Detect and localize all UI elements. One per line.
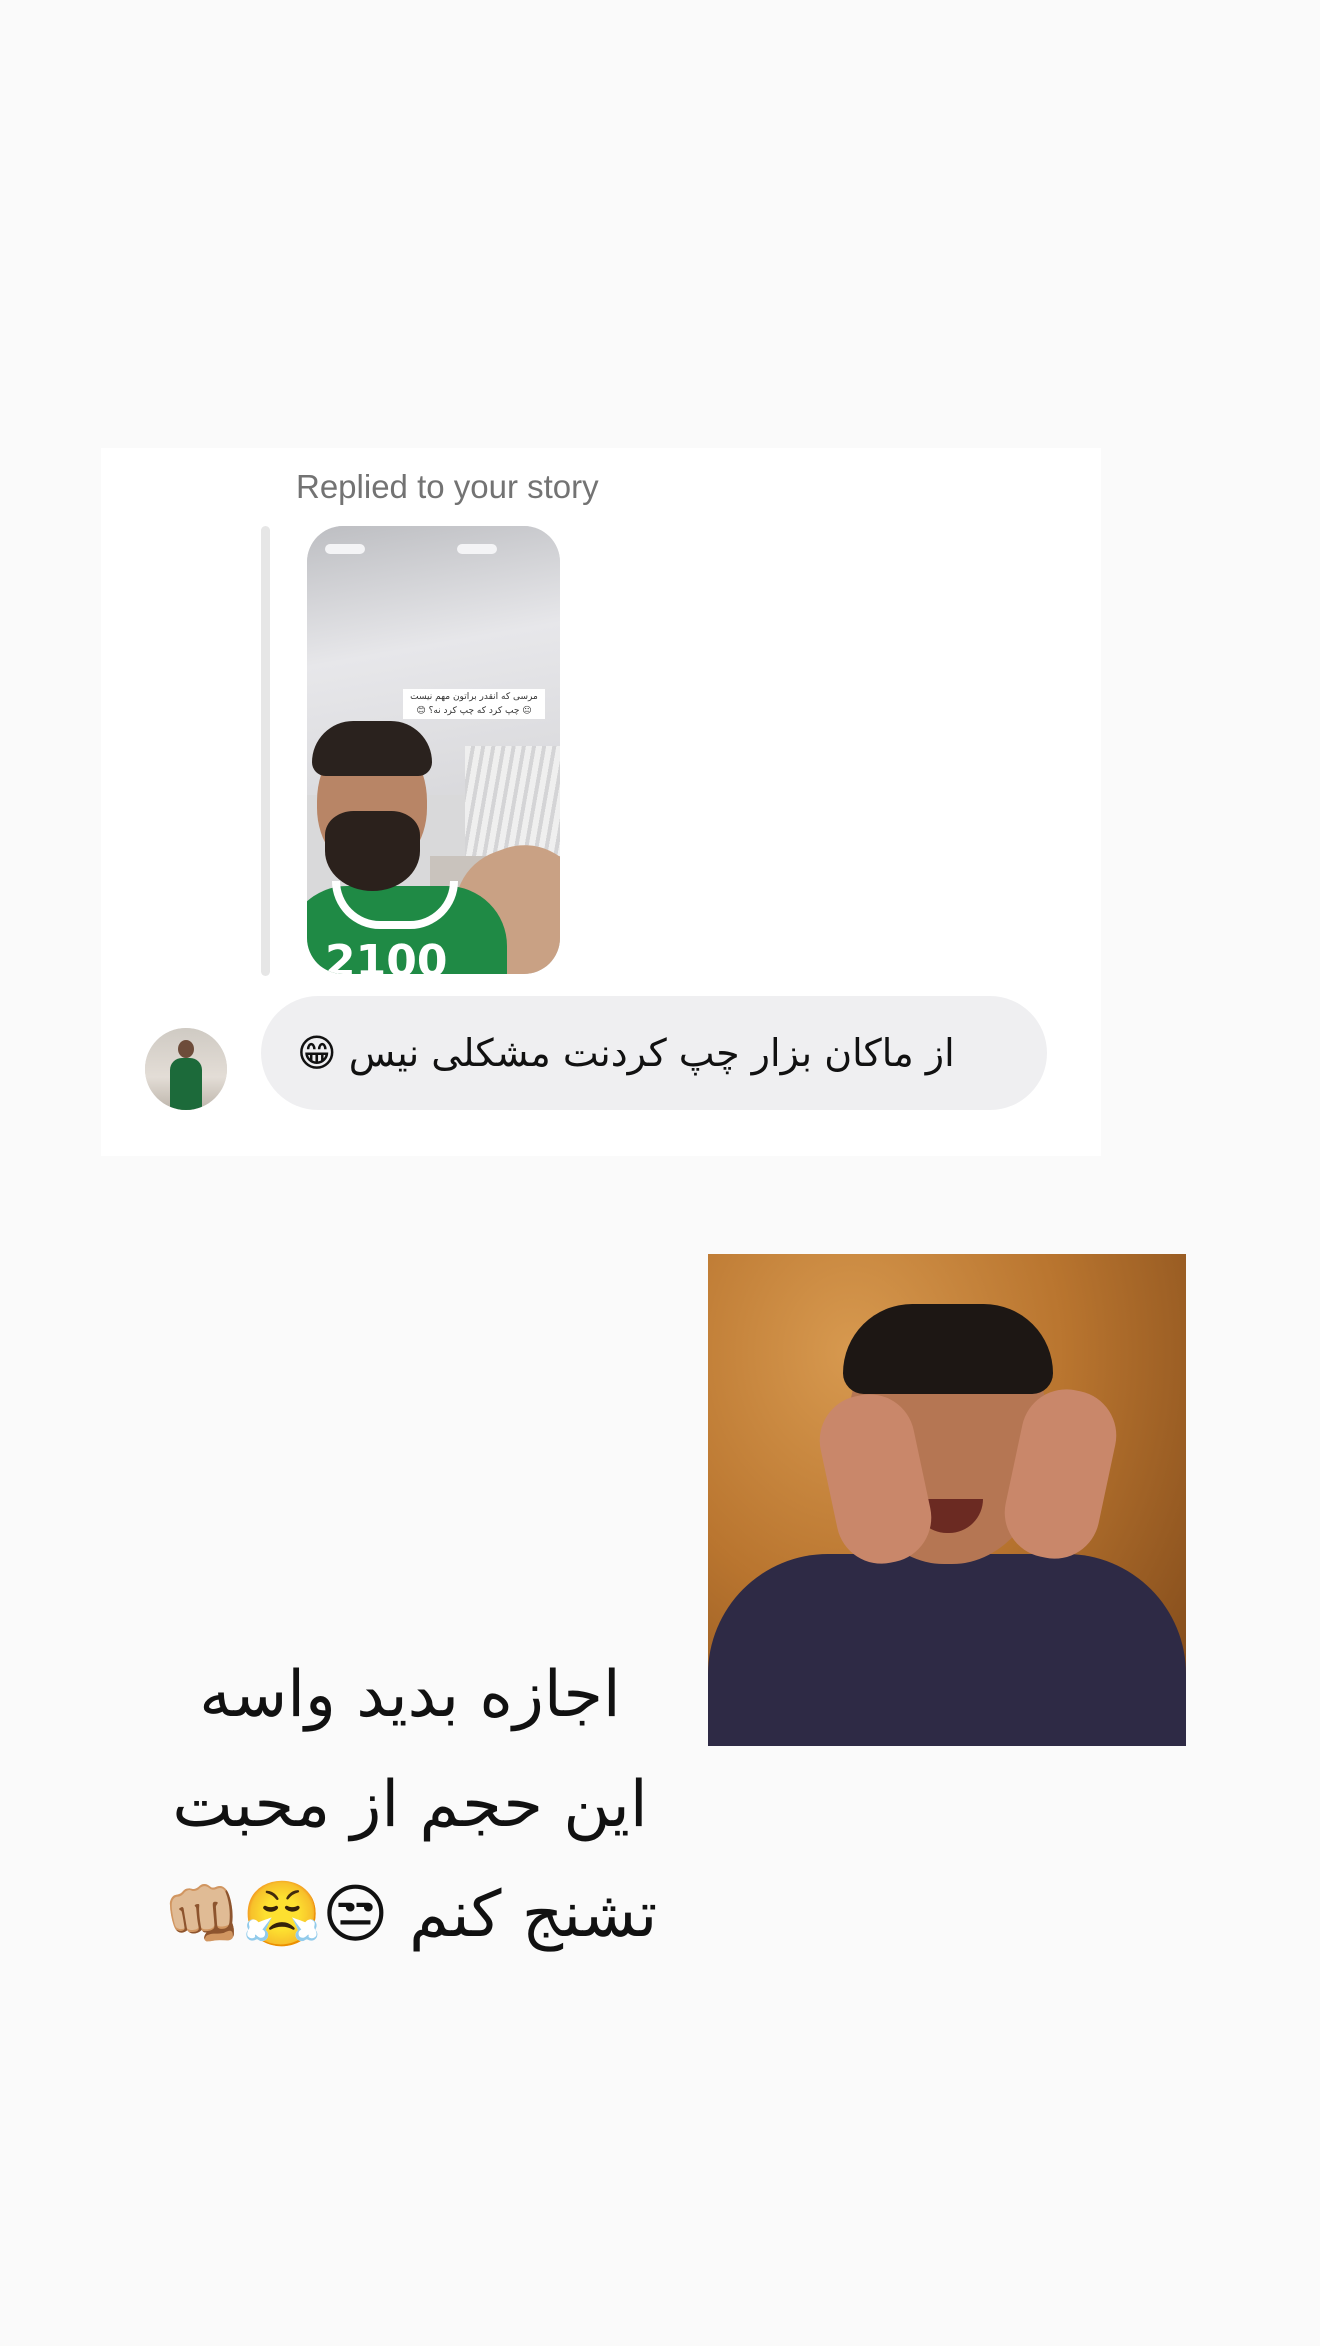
ceiling-light <box>457 544 497 554</box>
reply-quote-bar <box>261 526 270 976</box>
overlay-caption-line-3: تشنج کنم 😒😤👊🏼 <box>162 1878 658 1952</box>
overlay-caption-line-2: این حجم از محبت <box>172 1768 648 1842</box>
replied-to-story-label: Replied to your story <box>296 468 599 505</box>
story-jersey-number: 2100 <box>325 936 448 974</box>
story-page: Replied to your story 2100 مرسی که انقدر… <box>0 0 1320 2346</box>
message-text: از ماکان بزار چپ کردنت مشکلی نیس 😁 <box>297 1031 955 1075</box>
avatar-head <box>178 1040 194 1058</box>
meme-hair <box>843 1304 1053 1394</box>
dm-screenshot-card: Replied to your story 2100 مرسی که انقدر… <box>101 448 1101 1156</box>
story-hair <box>312 721 432 776</box>
story-caption: مرسی که انقدر براتون مهم نیست 😐 چپ کرد ک… <box>403 689 545 719</box>
overlay-caption-line-1: اجازه بدید واسه <box>199 1658 621 1732</box>
ceiling-light <box>325 544 365 554</box>
avatar[interactable] <box>145 1028 227 1110</box>
avatar-body <box>170 1058 202 1110</box>
message-bubble[interactable]: از ماکان بزار چپ کردنت مشکلی نیس 😁 <box>261 996 1047 1110</box>
story-beard <box>325 811 420 891</box>
overlay-caption: اجازه بدید واسه این حجم از محبت تشنج کنم… <box>120 1640 700 1970</box>
story-thumbnail[interactable]: 2100 مرسی که انقدر براتون مهم نیست 😐 چپ … <box>307 526 560 974</box>
meme-photo <box>708 1254 1186 1746</box>
meme-body <box>708 1554 1186 1746</box>
